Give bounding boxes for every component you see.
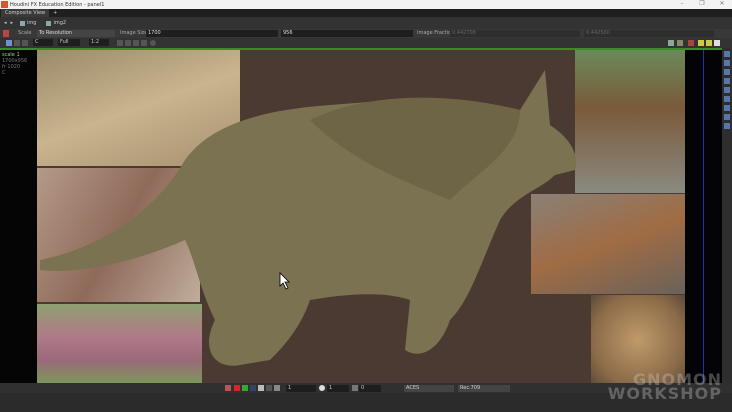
pane-tabs: Composite View + xyxy=(0,9,732,17)
image-icon xyxy=(3,30,9,37)
forward-icon[interactable]: ▸ xyxy=(11,20,14,26)
back-icon[interactable]: ◂ xyxy=(4,20,7,26)
rgb-icon[interactable] xyxy=(225,385,231,391)
fraction-x-input[interactable]: 0.442708 xyxy=(450,30,580,37)
alpha-channel-icon[interactable] xyxy=(258,385,264,391)
display-select[interactable]: Rec.709 xyxy=(458,385,510,392)
composite-viewport[interactable]: scale 1 1700x956 fr 1020 C xyxy=(0,48,722,385)
add-tab-button[interactable]: + xyxy=(49,10,61,16)
colorspace-select[interactable]: ACES xyxy=(404,385,454,392)
exposure-icon[interactable] xyxy=(319,385,325,391)
info-icon[interactable] xyxy=(150,40,156,46)
wipe-icon[interactable] xyxy=(677,40,683,46)
network-path-bar: ◂ ▸ img img2 xyxy=(0,17,732,29)
image-fraction-label: Image Fraction xyxy=(417,30,455,36)
blue-channel-icon[interactable] xyxy=(250,385,256,391)
side-tool-icon[interactable] xyxy=(724,78,730,84)
side-tool-icon[interactable] xyxy=(724,96,730,102)
fit-icon[interactable] xyxy=(141,40,147,46)
depth-select[interactable]: Full xyxy=(58,39,80,46)
title-bar: Houdini FX Education Edition - panel1 – … xyxy=(0,0,732,9)
green-channel-icon[interactable] xyxy=(242,385,248,391)
exposure-input[interactable]: 1 xyxy=(327,385,349,392)
side-tool-icon[interactable] xyxy=(724,114,730,120)
houdini-logo-icon xyxy=(1,1,8,8)
image-height-input[interactable]: 956 xyxy=(281,30,413,37)
mouse-cursor-icon xyxy=(279,272,290,290)
offset-input[interactable]: 0 xyxy=(359,385,381,392)
offset-icon[interactable] xyxy=(352,385,358,391)
image-width-input[interactable]: 1700 xyxy=(146,30,278,37)
lut-icon[interactable] xyxy=(274,385,280,391)
path-item-img2[interactable]: img2 xyxy=(43,20,69,26)
side-tool-icon[interactable] xyxy=(724,51,730,57)
node-icon xyxy=(46,20,52,26)
node-icon xyxy=(20,20,26,26)
scale-dropdown[interactable]: To Resolution xyxy=(37,30,115,37)
gamma-input[interactable]: 1 xyxy=(286,385,316,392)
minimize-button[interactable]: – xyxy=(672,0,692,9)
fraction-y-input[interactable]: 0.442500 xyxy=(584,30,714,37)
path-item-img[interactable]: img xyxy=(17,20,39,26)
channel-select[interactable]: C xyxy=(33,39,53,46)
display-tool-icon[interactable] xyxy=(22,40,28,46)
gnomon-watermark: GNOMON WORKSHOP xyxy=(607,370,722,403)
viewer-toolbar: C Full 1:2 xyxy=(0,38,732,48)
side-tool-icon[interactable] xyxy=(724,69,730,75)
fullscreen-icon[interactable] xyxy=(714,40,720,46)
pick-icon[interactable] xyxy=(266,385,272,391)
select-tool-icon[interactable] xyxy=(6,40,12,46)
maximize-button[interactable]: ❐ xyxy=(692,0,712,9)
zoom-select[interactable]: 1:2 xyxy=(89,39,109,46)
compare-icon[interactable] xyxy=(668,40,674,46)
window-title: Houdini FX Education Edition - panel1 xyxy=(10,1,105,8)
side-tool-icon[interactable] xyxy=(724,123,730,129)
side-tool-icon[interactable] xyxy=(724,60,730,66)
tab-composite-view[interactable]: Composite View xyxy=(1,9,50,17)
lock-icon[interactable] xyxy=(688,40,694,46)
creature-render xyxy=(40,70,576,366)
info-panel-right xyxy=(685,50,722,385)
transform-tool-icon[interactable] xyxy=(14,40,20,46)
side-tool-icon[interactable] xyxy=(724,87,730,93)
home-icon[interactable] xyxy=(133,40,139,46)
grid-icon[interactable] xyxy=(706,40,712,46)
zoom-out-icon[interactable] xyxy=(125,40,131,46)
close-button[interactable]: ✕ xyxy=(712,0,732,9)
zoom-in-icon[interactable] xyxy=(117,40,123,46)
path-label: img xyxy=(27,20,37,26)
scale-label: Scale xyxy=(18,30,32,36)
path-label: img2 xyxy=(53,20,67,26)
image-size-label: Image Size xyxy=(120,30,148,36)
side-toolbar xyxy=(722,48,732,383)
view-params: Scale To Resolution Image Size 1700 956 … xyxy=(0,29,732,38)
side-tool-icon[interactable] xyxy=(724,105,730,111)
layout-icon[interactable] xyxy=(698,40,704,46)
red-channel-icon[interactable] xyxy=(234,385,240,391)
